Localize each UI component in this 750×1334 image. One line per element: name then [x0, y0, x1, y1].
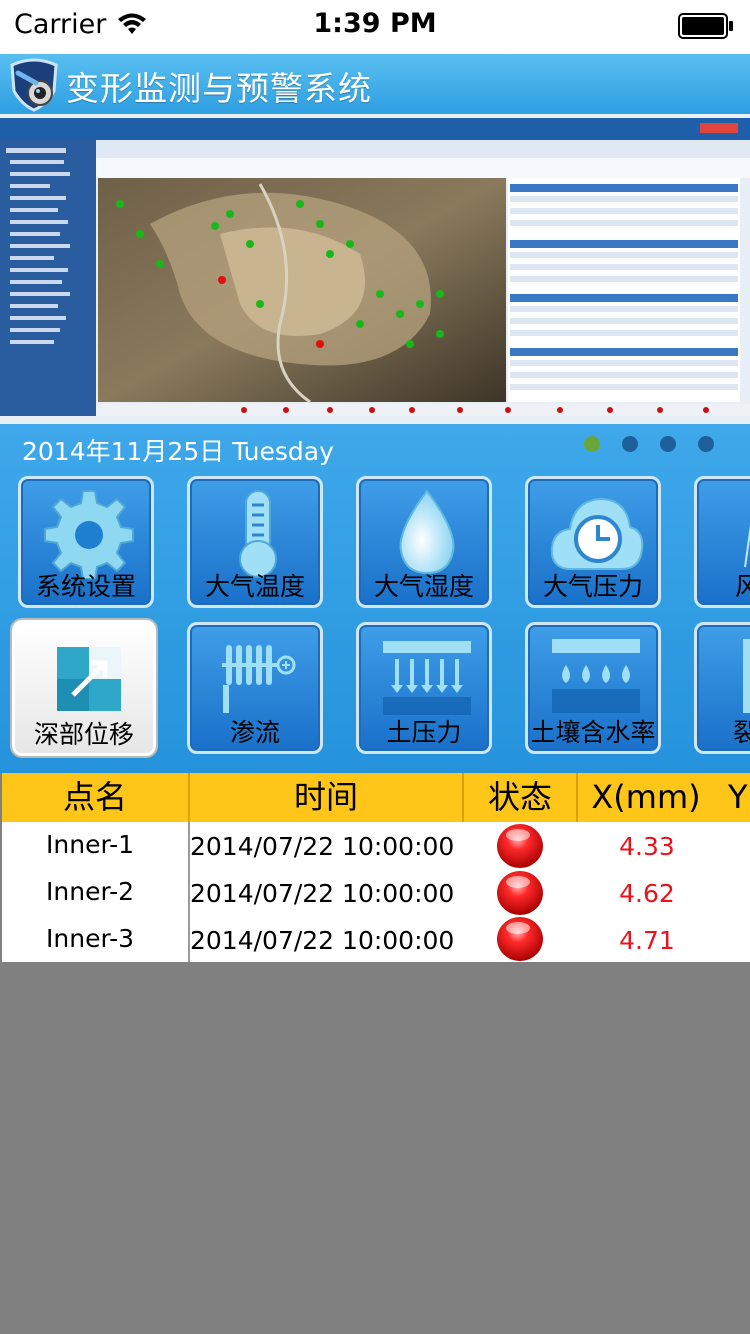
clock-cloud-icon: [550, 497, 644, 570]
table-header: 点名 时间 状态 X(mm) Y: [2, 773, 750, 822]
tile-label: 大气温度: [204, 572, 305, 601]
dashboard: 2014年11月25日 Tuesday 系统设置 大气温度 大气湿度 大气压力 …: [0, 424, 750, 773]
app-title: 变形监测与预警系统: [66, 69, 372, 108]
wind-icon: [744, 524, 750, 568]
banner-image[interactable]: [0, 114, 750, 424]
status-bar: Carrier 1:39 PM: [0, 0, 750, 54]
page-dot-2[interactable]: [622, 436, 638, 452]
column-header-y: Y: [728, 778, 748, 816]
tile-label: 土压力: [386, 718, 462, 747]
point-name: Inner-3: [46, 924, 135, 953]
tile-system-settings[interactable]: 系统设置: [18, 476, 154, 608]
x-value: 4.62: [619, 879, 675, 908]
tile-crack[interactable]: 裂: [694, 622, 750, 754]
banner-screenshot: [0, 114, 750, 424]
column-header-time: 时间: [293, 778, 358, 816]
battery-icon: [678, 13, 733, 39]
column-header-x: X(mm): [591, 778, 701, 816]
column-header-name: 点名: [62, 778, 127, 816]
page-dot-3[interactable]: [660, 436, 676, 452]
clock: 1:39 PM: [313, 8, 437, 39]
tile-air-pressure[interactable]: 大气压力: [525, 476, 661, 608]
timestamp: 2014/07/22 10:00:00: [190, 879, 455, 908]
app-header: 变形监测与预警系统: [0, 54, 750, 114]
x-value: 4.71: [619, 926, 675, 955]
red-status-ball-icon: [497, 917, 543, 961]
displacement-icon: [57, 647, 121, 711]
tile-label: 大气压力: [542, 572, 643, 601]
date-label: 2014年11月25日 Tuesday: [22, 437, 334, 466]
water-drop-icon: [399, 489, 455, 575]
page-dot-4[interactable]: [698, 436, 714, 452]
timestamp: 2014/07/22 10:00:00: [190, 832, 455, 861]
tile-air-humidity[interactable]: 大气湿度: [356, 476, 492, 608]
x-value: 4.33: [619, 832, 675, 861]
tile-deep-displacement[interactable]: 深部位移: [12, 620, 156, 756]
tile-label: 大气湿度: [373, 572, 474, 601]
tile-air-temperature[interactable]: 大气温度: [187, 476, 323, 608]
tile-label: 土壤含水率: [530, 718, 656, 747]
gear-icon: [44, 490, 134, 579]
crack-icon: [743, 639, 750, 713]
camera-logo-icon: [10, 58, 58, 112]
soil-moisture-icon: [552, 639, 640, 713]
tile-label: 风: [697, 567, 750, 603]
tile-soil-pressure[interactable]: 土压力: [356, 622, 492, 754]
point-name: Inner-2: [46, 877, 135, 906]
point-name: Inner-1: [46, 830, 135, 859]
tile-soil-moisture[interactable]: 土壤含水率: [525, 622, 661, 754]
soil-pressure-icon: [383, 641, 471, 715]
tile-label: 渗流: [229, 718, 280, 747]
seepage-icon: [222, 645, 296, 713]
red-status-ball-icon: [497, 824, 543, 868]
thermometer-icon: [239, 490, 277, 578]
column-header-status: 状态: [487, 778, 552, 816]
red-status-ball-icon: [497, 871, 543, 915]
page-indicator[interactable]: [584, 436, 714, 452]
tile-seepage[interactable]: 渗流: [187, 622, 323, 754]
tile-wind[interactable]: 风: [694, 476, 750, 608]
tile-label: 系统设置: [35, 572, 136, 601]
timestamp: 2014/07/22 10:00:00: [190, 926, 455, 955]
page-dot-1[interactable]: [584, 436, 600, 452]
tile-label: 裂: [697, 713, 750, 749]
data-table: 点名 时间 状态 X(mm) Y Inner-1 2014/07/22 10:0…: [2, 773, 750, 962]
tile-label: 深部位移: [33, 720, 134, 749]
